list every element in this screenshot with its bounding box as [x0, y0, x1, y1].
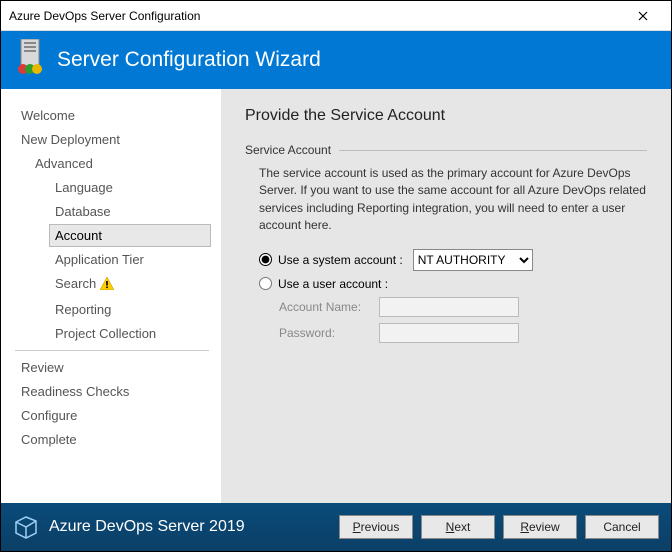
- window: Azure DevOps Server Configuration Server…: [0, 0, 672, 552]
- review-button[interactable]: Review: [503, 515, 577, 539]
- close-icon: [638, 11, 648, 21]
- sidebar-item-label: Welcome: [21, 108, 75, 123]
- sidebar-item-complete[interactable]: Complete: [15, 428, 211, 451]
- sidebar-item-label: Search: [55, 276, 96, 291]
- sidebar-item-search[interactable]: Search: [49, 272, 211, 297]
- account-name-label: Account Name:: [279, 300, 379, 314]
- use-system-account-radio[interactable]: [259, 253, 272, 266]
- use-user-account-label[interactable]: Use a user account :: [278, 277, 388, 291]
- sidebar-item-new-deployment[interactable]: New Deployment: [15, 128, 211, 151]
- product-label: Azure DevOps Server 2019: [13, 514, 331, 540]
- account-name-row: Account Name:: [279, 297, 647, 317]
- service-account-description: The service account is used as the prima…: [259, 165, 647, 235]
- sidebar-item-label: Advanced: [35, 156, 93, 171]
- next-button[interactable]: Next: [421, 515, 495, 539]
- sidebar-item-label: Language: [55, 180, 113, 195]
- system-account-select[interactable]: NT AUTHORITY: [413, 249, 533, 271]
- sidebar-item-label: Project Collection: [55, 326, 156, 341]
- password-label: Password:: [279, 326, 379, 340]
- body: Welcome New Deployment Advanced Language Dat…: [1, 89, 671, 503]
- close-button[interactable]: [623, 2, 663, 30]
- server-icon: [15, 39, 45, 81]
- sidebar-item-label: Application Tier: [55, 252, 144, 267]
- sidebar-item-label: Database: [55, 204, 111, 219]
- banner-title: Server Configuration Wizard: [57, 48, 321, 72]
- account-name-input: [379, 297, 519, 317]
- sidebar-divider: [15, 350, 209, 351]
- sidebar-item-advanced[interactable]: Advanced: [29, 152, 211, 175]
- group-label-row: Service Account: [245, 143, 647, 157]
- sidebar-item-label: New Deployment: [21, 132, 120, 147]
- content-pane: Provide the Service Account Service Acco…: [221, 89, 671, 503]
- sidebar-item-language[interactable]: Language: [49, 176, 211, 199]
- system-account-row: Use a system account : NT AUTHORITY: [259, 249, 647, 271]
- use-system-account-label[interactable]: Use a system account :: [278, 253, 403, 267]
- sidebar-item-review[interactable]: Review: [15, 356, 211, 379]
- cancel-button[interactable]: Cancel: [585, 515, 659, 539]
- user-account-row: Use a user account :: [259, 277, 647, 291]
- sidebar-item-label: Reporting: [55, 302, 111, 317]
- titlebar: Azure DevOps Server Configuration: [1, 1, 671, 31]
- group-label: Service Account: [245, 143, 331, 157]
- sidebar-item-reporting[interactable]: Reporting: [49, 298, 211, 321]
- warning-icon: [100, 277, 114, 293]
- sidebar: Welcome New Deployment Advanced Language Dat…: [1, 89, 221, 503]
- window-title: Azure DevOps Server Configuration: [9, 9, 623, 23]
- group-line: [339, 150, 647, 151]
- sidebar-item-welcome[interactable]: Welcome: [15, 104, 211, 127]
- password-input: [379, 323, 519, 343]
- page-heading: Provide the Service Account: [245, 107, 647, 125]
- previous-button[interactable]: Previous: [339, 515, 413, 539]
- sidebar-item-project-collection[interactable]: Project Collection: [49, 322, 211, 345]
- sidebar-item-account[interactable]: Account: [49, 224, 211, 247]
- footer: Azure DevOps Server 2019 Previous Next R…: [1, 503, 671, 551]
- sidebar-item-configure[interactable]: Configure: [15, 404, 211, 427]
- sidebar-item-label: Account: [55, 228, 102, 243]
- sidebar-item-readiness-checks[interactable]: Readiness Checks: [15, 380, 211, 403]
- sidebar-item-database[interactable]: Database: [49, 200, 211, 223]
- sidebar-item-application-tier[interactable]: Application Tier: [49, 248, 211, 271]
- banner: Server Configuration Wizard: [1, 31, 671, 89]
- password-row: Password:: [279, 323, 647, 343]
- azure-devops-icon: [13, 514, 39, 540]
- use-user-account-radio[interactable]: [259, 277, 272, 290]
